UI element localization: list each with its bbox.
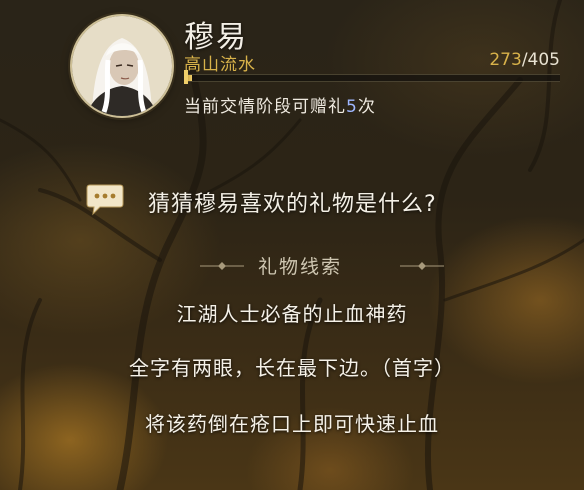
friendship-level-title: 高山流水 [184,55,256,75]
clue-line-2: 全字有两眼，长在最下边。（首字） [129,356,455,380]
character-avatar [72,16,172,116]
gift-question: 猜猜穆易喜欢的礼物是什么? [148,192,437,217]
clue-section-title: 礼物线索 [258,256,343,278]
speech-bubble-icon [86,184,124,216]
gift-count-prefix: 当前交情阶段可赠礼 [184,97,346,117]
clue-line-3: 将该药倒在疮口上即可快速止血 [145,412,439,436]
gift-count-number: 5 [346,97,358,117]
affinity-current: 273 [489,50,522,70]
clue-line-1: 江湖人士必备的止血神药 [176,302,408,326]
affinity-progress-bar [184,74,560,82]
affinity-readout: 273/405 [489,50,560,70]
gift-count-suffix: 次 [357,97,376,117]
gift-guess-panel: 穆易 高山流水 273/405 当前交情阶段可赠礼5次 猜猜穆易喜欢的礼物是什么… [0,0,584,490]
affinity-max: 405 [527,50,560,70]
affinity-progress-cap [184,70,188,84]
gift-count-text: 当前交情阶段可赠礼5次 [184,92,376,117]
